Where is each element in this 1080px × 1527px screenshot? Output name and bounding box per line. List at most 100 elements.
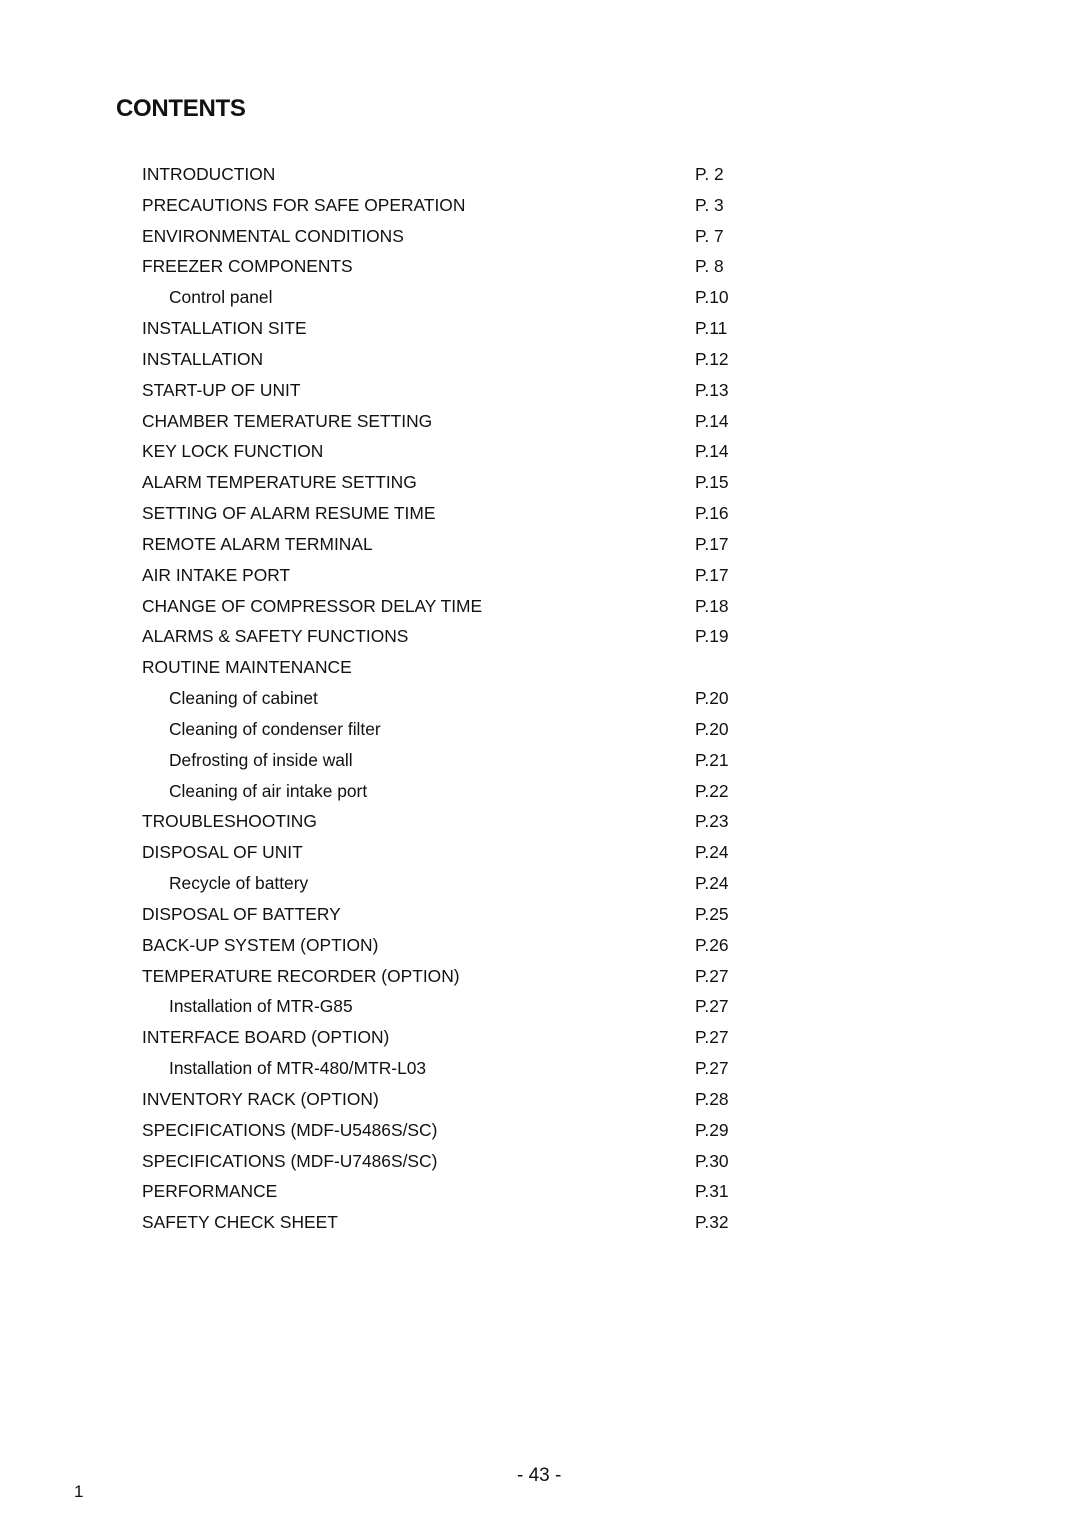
toc-entry-label: ALARMS & SAFETY FUNCTIONS: [142, 626, 409, 647]
toc-subentry: Cleaning of air intake port P.22: [142, 779, 762, 810]
toc-entry: SAFETY CHECK SHEET P.32: [142, 1210, 762, 1241]
toc-entry: SPECIFICATIONS (MDF-U7486S/SC) P.30: [142, 1149, 762, 1180]
sheet-number: 1: [74, 1482, 84, 1501]
toc-entry-label: SPECIFICATIONS (MDF-U5486S/SC): [142, 1119, 438, 1140]
toc-subentry: Cleaning of condenser filter P.20: [142, 717, 762, 748]
toc-entry: ROUTINE MAINTENANCE: [142, 655, 762, 686]
toc-entry-label: Installation of MTR-G85: [169, 996, 353, 1017]
toc-entry-page: P.31: [695, 1181, 729, 1202]
toc-entry-label: SAFETY CHECK SHEET: [142, 1212, 338, 1233]
toc-entry-label: START-UP OF UNIT: [142, 379, 301, 400]
toc-entry-label: BACK-UP SYSTEM (OPTION): [142, 934, 379, 955]
toc-entry-page: P.27: [695, 996, 729, 1017]
toc-entry: SPECIFICATIONS (MDF-U5486S/SC) P.29: [142, 1118, 762, 1149]
toc-entry: PRECAUTIONS FOR SAFE OPERATION P. 3: [142, 193, 762, 224]
toc-entry: BACK-UP SYSTEM (OPTION) P.26: [142, 933, 762, 964]
toc-entry-page: P. 7: [695, 225, 724, 246]
page-number: - 43 -: [517, 1465, 562, 1486]
toc-subentry: Defrosting of inside wall P.21: [142, 748, 762, 779]
toc-entry-label: INTERFACE BOARD (OPTION): [142, 1027, 390, 1048]
toc-entry-page: P.18: [695, 595, 729, 616]
toc-entry-page: P.17: [695, 564, 729, 585]
toc-entry: FREEZER COMPONENTS P. 8: [142, 254, 762, 285]
toc-entry-page: P.15: [695, 472, 729, 493]
toc-entry-page: P.10: [695, 287, 729, 308]
toc-entry: INTRODUCTION P. 2: [142, 162, 762, 193]
toc-entry: CHAMBER TEMERATURE SETTING P.14: [142, 409, 762, 440]
toc-entry-label: Recycle of battery: [169, 873, 309, 894]
toc-entry-label: REMOTE ALARM TERMINAL: [142, 533, 373, 554]
toc-entry: DISPOSAL OF UNIT P.24: [142, 840, 762, 871]
toc-entry-page: P.28: [695, 1088, 729, 1109]
toc-entry: REMOTE ALARM TERMINAL P.17: [142, 532, 762, 563]
toc-entry: START-UP OF UNIT P.13: [142, 378, 762, 409]
toc-entry-page: P.25: [695, 903, 729, 924]
toc-entry-label: FREEZER COMPONENTS: [142, 256, 353, 277]
toc-entry-page: P.24: [695, 873, 729, 894]
toc-entry-label: INSTALLATION SITE: [142, 318, 307, 339]
toc-entry-label: ROUTINE MAINTENANCE: [142, 657, 352, 678]
toc-entry-label: PRECAUTIONS FOR SAFE OPERATION: [142, 194, 466, 215]
toc-entry-label: Defrosting of inside wall: [169, 749, 353, 770]
toc-entry-label: KEY LOCK FUNCTION: [142, 441, 324, 462]
toc-entry: INSTALLATION SITE P.11: [142, 316, 762, 347]
toc-entry-label: TEMPERATURE RECORDER (OPTION): [142, 965, 460, 986]
toc-entry-label: INTRODUCTION: [142, 164, 276, 184]
toc-entry-label: CHANGE OF COMPRESSOR DELAY TIME: [142, 595, 483, 616]
toc-entry-label: Cleaning of air intake port: [169, 780, 368, 801]
toc-entry-page: P.23: [695, 811, 729, 832]
toc-entry-label: Cleaning of condenser filter: [169, 718, 381, 739]
toc-subentry: Control panel P.10: [142, 285, 762, 316]
toc-subentry: Installation of MTR-480/MTR-L03 P.27: [142, 1056, 762, 1087]
toc-entry: ALARM TEMPERATURE SETTING P.15: [142, 470, 762, 501]
toc-entry: TEMPERATURE RECORDER (OPTION) P.27: [142, 964, 762, 995]
toc-entry-label: DISPOSAL OF UNIT: [142, 842, 303, 863]
toc-entry: ALARMS & SAFETY FUNCTIONS P.19: [142, 624, 762, 655]
toc-entry-page: P.13: [695, 379, 729, 400]
toc-entry-page: P.29: [695, 1119, 729, 1140]
toc-entry-page: P. 3: [695, 194, 724, 215]
toc-entry-page: P.21: [695, 749, 729, 770]
toc-entry-page: P.27: [695, 1058, 729, 1079]
toc-entry-label: DISPOSAL OF BATTERY: [142, 903, 341, 924]
toc-entry: INVENTORY RACK (OPTION) P.28: [142, 1087, 762, 1118]
toc-entry: INTERFACE BOARD (OPTION) P.27: [142, 1025, 762, 1056]
toc-entry: KEY LOCK FUNCTION P.14: [142, 439, 762, 470]
toc-entry-label: PERFORMANCE: [142, 1181, 278, 1202]
toc-entry-page: P. 8: [695, 256, 724, 277]
toc-entry: INSTALLATION P.12: [142, 347, 762, 378]
toc-entry-page: P.17: [695, 533, 729, 554]
toc-entry-page: P.14: [695, 441, 729, 462]
toc-subentry: Recycle of battery P.24: [142, 871, 762, 902]
toc-entry: ENVIRONMENTAL CONDITIONS P. 7: [142, 224, 762, 255]
toc-entry-label: TROUBLESHOOTING: [142, 811, 317, 832]
toc-entry-page: P.11: [695, 318, 728, 339]
toc-entry-page: P. 2: [695, 164, 724, 184]
toc-entry-page: P.16: [695, 503, 729, 524]
toc-entry-label: Installation of MTR-480/MTR-L03: [169, 1058, 427, 1079]
toc-entry-page: P.27: [695, 1027, 729, 1048]
toc-entry: PERFORMANCE P.31: [142, 1179, 762, 1210]
toc-entry-page: P.20: [695, 688, 729, 709]
toc-entry-label: SPECIFICATIONS (MDF-U7486S/SC): [142, 1150, 438, 1171]
toc-subentry: Cleaning of cabinet P.20: [142, 686, 762, 717]
toc-entry-page: P.12: [695, 348, 729, 369]
toc-entry-label: CHAMBER TEMERATURE SETTING: [142, 410, 433, 431]
toc-entry-page: P.26: [695, 934, 729, 955]
toc-entry-label: Cleaning of cabinet: [169, 688, 318, 709]
toc-entry: DISPOSAL OF BATTERY P.25: [142, 902, 762, 933]
toc-entry-label: Control panel: [169, 287, 273, 308]
toc-entry-label: INSTALLATION: [142, 348, 264, 369]
toc-entry-label: INVENTORY RACK (OPTION): [142, 1088, 379, 1109]
toc-entry: SETTING OF ALARM RESUME TIME P.16: [142, 501, 762, 532]
toc-subentry: Installation of MTR-G85 P.27: [142, 994, 762, 1025]
toc-entry-page: P.24: [695, 842, 729, 863]
toc-entry-page: P.32: [695, 1212, 729, 1233]
toc-entry-label: ALARM TEMPERATURE SETTING: [142, 472, 417, 493]
table-of-contents: INTRODUCTION P. 2 PRECAUTIONS FOR SAFE OPE…: [142, 162, 762, 1241]
toc-entry-page: P.27: [695, 965, 729, 986]
toc-entry: TROUBLESHOOTING P.23: [142, 809, 762, 840]
toc-entry: AIR INTAKE PORT P.17: [142, 563, 762, 594]
toc-entry-page: P.19: [695, 626, 729, 647]
toc-entry-label: SETTING OF ALARM RESUME TIME: [142, 503, 436, 524]
